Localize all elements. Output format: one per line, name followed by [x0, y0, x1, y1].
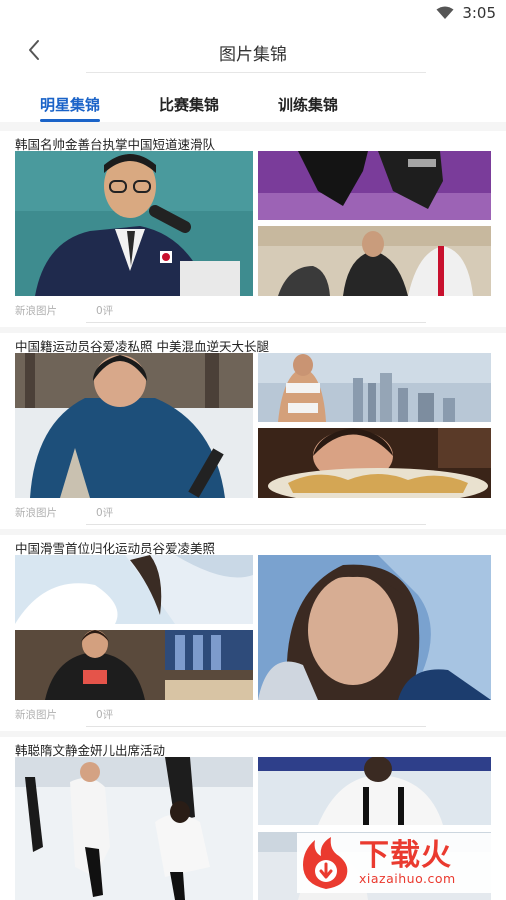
- watermark-url: xiazaihuo.com: [359, 871, 456, 886]
- card-divider: [86, 726, 426, 727]
- card-source: 新浪图片: [15, 709, 57, 721]
- photo-thumb[interactable]: [258, 151, 491, 220]
- card-comment-count: 0评: [96, 305, 114, 317]
- photo-thumb[interactable]: [258, 757, 491, 825]
- photo-main[interactable]: [15, 151, 253, 296]
- tab-star-highlights[interactable]: 明星集锦: [40, 94, 100, 115]
- clock: 3:05: [462, 4, 496, 22]
- page-title: 图片集锦: [219, 45, 287, 65]
- flame-logo-icon: [303, 837, 348, 889]
- wifi-icon: [436, 6, 454, 19]
- card-source: 新浪图片: [15, 507, 57, 519]
- status-bar: 3:05: [0, 0, 506, 26]
- tab-match-highlights[interactable]: 比赛集锦: [159, 94, 219, 115]
- watermark-logo: 下载火 xiazaihuo.com: [297, 833, 501, 893]
- photo-thumb[interactable]: [15, 630, 253, 700]
- photo-thumb[interactable]: [258, 226, 491, 296]
- header-divider: [86, 72, 426, 73]
- card-comment-count: 0评: [96, 709, 114, 721]
- tab-training-highlights[interactable]: 训练集锦: [278, 94, 338, 115]
- card-divider: [86, 524, 426, 525]
- gallery-card[interactable]: 韩国名帅金善台执掌中国短道速滑队 新浪图片 0评: [0, 131, 506, 327]
- gallery-card[interactable]: 中国籍运动员谷爱凌私照 中美混血逆天大长腿 新浪图片 0评: [0, 333, 506, 529]
- tab-bar: 明星集锦 比赛集锦 训练集锦: [0, 86, 506, 122]
- card-divider: [86, 322, 426, 323]
- photo-main[interactable]: [258, 555, 491, 700]
- photo-thumb[interactable]: [258, 428, 491, 498]
- card-source: 新浪图片: [15, 305, 57, 317]
- header: 图片集锦: [0, 26, 506, 74]
- watermark-text: 下载火: [359, 838, 452, 873]
- gallery-card[interactable]: 中国滑雪首位归化运动员谷爱凌美照 新浪图片 0评: [0, 535, 506, 731]
- photo-thumb[interactable]: [258, 353, 491, 422]
- photo-main[interactable]: [15, 353, 253, 498]
- photo-main[interactable]: [15, 757, 253, 900]
- photo-thumb[interactable]: [15, 555, 253, 624]
- card-comment-count: 0评: [96, 507, 114, 519]
